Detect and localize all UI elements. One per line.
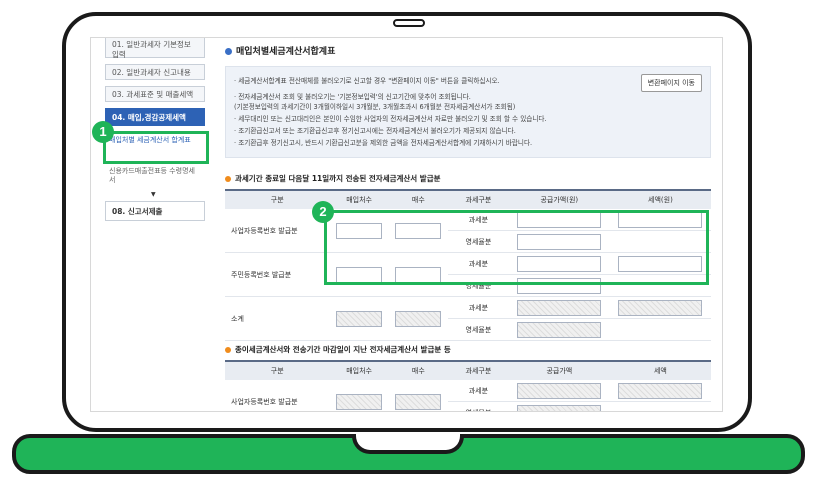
col-tax-amount: 세액(원): [609, 189, 711, 209]
sidebar-item-report-content[interactable]: 02. 일반과세자 신고내용: [105, 64, 205, 80]
tax-type-label: 영세율분: [448, 401, 509, 411]
section-bullet-icon: [225, 347, 231, 353]
note-5: · 조기환급신고서 또는 조기환급신고후 정기신고시에는 전자세금계산서 불러오…: [234, 127, 516, 135]
move-page-button[interactable]: 변환페이지 이동: [640, 74, 702, 92]
row-label-resident: 주민등록번호 발급분: [225, 252, 330, 297]
col-tax-type: 과세구분: [448, 360, 509, 380]
highlight-invoice-summary: [103, 131, 209, 164]
col-tax-type: 과세구분: [448, 189, 509, 209]
laptop-notch: [352, 434, 464, 454]
subtotal-tax-amount: [618, 299, 703, 316]
sidebar-item-tax-base[interactable]: 03. 과세표준 및 매출세액: [105, 86, 205, 102]
callout-badge-2: 2: [312, 201, 334, 223]
row-label-subtotal: 소계: [225, 296, 330, 341]
col-tax-amount: 세액: [609, 360, 711, 380]
tax-type-label: 과세분: [448, 296, 509, 319]
callout-badge-1: 1: [92, 121, 114, 143]
col-supply-amount: 공급가액(원): [508, 189, 610, 209]
sidebar-item-submit[interactable]: 08. 신고서제출: [105, 201, 205, 221]
table-paper-invoices: 구분 매입처수 매수 과세구분 공급가액 세액 사업자등록번호 발급분 과세분 …: [225, 360, 711, 411]
subtotal-count: [395, 310, 442, 327]
table-row: 소계 과세분: [225, 296, 711, 341]
supply-amount-input[interactable]: [517, 382, 602, 399]
section-bullet-icon: [225, 176, 231, 182]
laptop-camera: [393, 19, 425, 27]
section1-title: 과세기간 종료일 다음달 11일까지 전송된 전자세금계산서 발급분: [225, 173, 441, 184]
sidebar: 01. 일반과세자 기본정보 입력 02. 일반과세자 신고내용 03. 과세표…: [91, 38, 209, 411]
col-count: 매수: [388, 189, 449, 209]
sidebar-item-basic-info[interactable]: 01. 일반과세자 기본정보 입력: [105, 38, 205, 59]
page-title: 매입처별세금계산서합계표: [225, 44, 335, 57]
tax-type-label: 과세분: [448, 380, 509, 402]
col-category: 구분: [225, 360, 330, 380]
supply-amount-input[interactable]: [517, 404, 602, 411]
note-4: · 세무대리인 또는 신고대리인은 본인이 수임한 사업자의 전자세금계산서 자…: [234, 115, 547, 123]
note-3: (기본정보입력의 과세기간이 3개월이하일시 3개월분, 3개월초과시 6개월분…: [234, 103, 516, 111]
sidebar-sub-card-receipts[interactable]: 신용카드매출전표등 수령명세서: [109, 167, 201, 185]
supplier-count-input[interactable]: [336, 393, 383, 410]
tax-amount-input[interactable]: [618, 382, 703, 399]
table-header-row: 구분 매입처수 매수 과세구분 공급가액 세액: [225, 360, 711, 380]
subtotal-supply-amount: [517, 299, 602, 316]
subtotal-supply-amount: [517, 321, 602, 338]
sidebar-item-purchase-deduction[interactable]: 04. 매입,경감공제세액: [105, 108, 205, 126]
title-bullet-icon: [225, 48, 232, 55]
col-supply-amount: 공급가액: [508, 360, 610, 380]
chevron-down-icon: ▼: [151, 191, 156, 198]
col-count: 매수: [388, 360, 449, 380]
note-1: · 세금계산서합계표 전산매체를 불러오기로 신고할 경우 "변환페이지 이동"…: [234, 77, 500, 85]
table-row: 사업자등록번호 발급분 과세분: [225, 380, 711, 411]
table-header-row: 구분 매입처수 매수 과세구분 공급가액(원) 세액(원): [225, 189, 711, 209]
row-label-business: 사업자등록번호 발급분: [225, 380, 330, 411]
note-6: · 조기환급후 정기신고시, 반드시 기환급신고분을 제외한 금액을 전자세금계…: [234, 139, 533, 147]
col-supplier-count: 매입처수: [329, 360, 389, 380]
col-supplier-count: 매입처수: [329, 189, 389, 209]
subtotal-supplier-count: [336, 310, 383, 327]
highlight-input-area: [324, 210, 709, 285]
info-box: · 세금계산서합계표 전산매체를 불러오기로 신고할 경우 "변환페이지 이동"…: [225, 66, 711, 158]
note-2: · 전자세금계산서 조회 및 불러오기는 '기본정보입력'의 신고기간에 맞추어…: [234, 93, 471, 101]
section2-title: 종이세금계산서와 전송기간 마감일이 지난 전자세금계산서 발급분 등: [225, 344, 451, 355]
count-input[interactable]: [395, 393, 442, 410]
tax-type-label: 영세율분: [448, 318, 509, 341]
